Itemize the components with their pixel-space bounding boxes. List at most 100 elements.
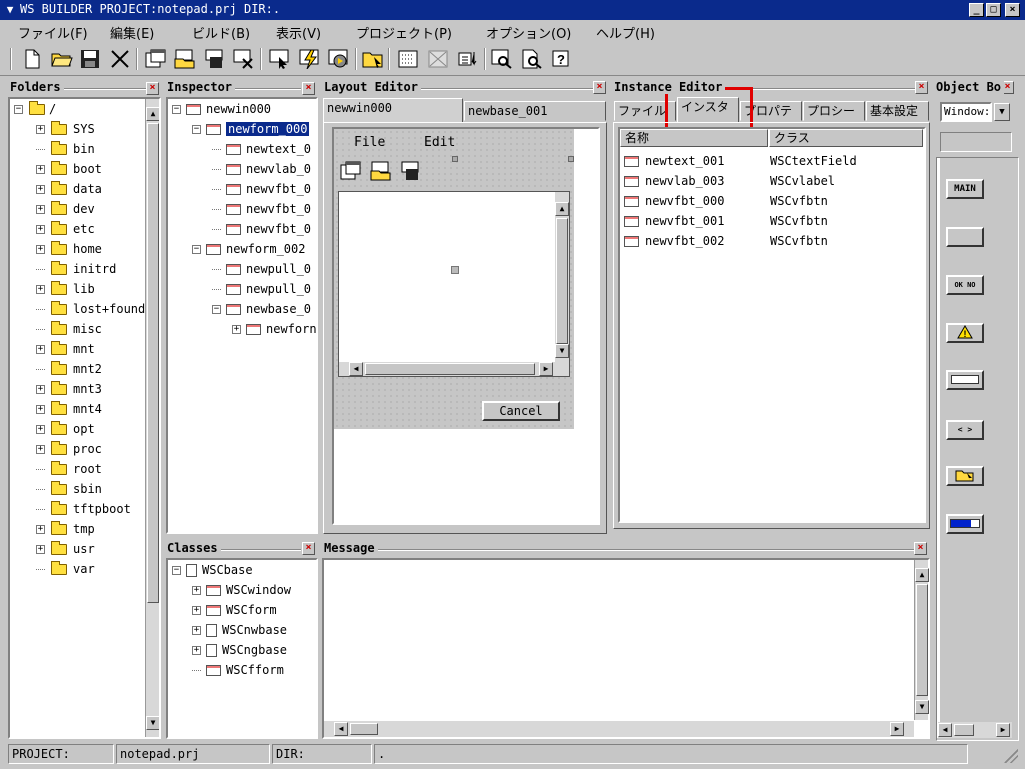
folder-item[interactable]: + etc [14, 219, 145, 239]
class-item[interactable]: − WSCbase [172, 560, 291, 580]
layout-tab-newwin000[interactable]: newwin000 [323, 98, 463, 122]
instance-editor-close-icon[interactable]: × [915, 81, 928, 94]
inspector-item[interactable]: newvlab_0 [172, 159, 316, 179]
class-item[interactable]: + WSCngbase [172, 640, 291, 660]
folder-item[interactable]: tftpboot [14, 499, 145, 519]
menu-edit[interactable]: 編集(E) [110, 23, 154, 42]
design-hscroll[interactable]: ◀ ▶ [339, 362, 569, 376]
design-menu-edit[interactable]: Edit [424, 135, 455, 150]
collapse-icon[interactable]: − [192, 125, 201, 134]
grid-icon[interactable] [396, 47, 420, 71]
layout-editor-close-icon[interactable]: × [593, 81, 606, 94]
inspector-item[interactable]: newpull_0 [172, 279, 316, 299]
folders-close-icon[interactable]: × [146, 82, 159, 95]
minimize-button[interactable]: _ [969, 3, 984, 17]
design-toolbar[interactable] [336, 156, 574, 185]
inspector-item[interactable]: − newwin000 [172, 99, 316, 119]
palette-main-window[interactable]: MAIN [946, 179, 984, 199]
expand-icon[interactable]: + [192, 586, 201, 595]
instance-row[interactable]: newtext_001 WSCtextField [620, 151, 920, 171]
inspector-item[interactable]: newpull_0 [172, 259, 316, 279]
palette-list[interactable]: < > [946, 420, 984, 440]
folder-item[interactable]: bin [14, 139, 145, 159]
design-vscroll[interactable]: ▲ ▼ [555, 192, 569, 362]
expand-icon[interactable]: + [36, 205, 45, 214]
close-window-icon[interactable] [232, 47, 256, 71]
build-icon[interactable] [298, 47, 322, 71]
message-hscroll[interactable]: ◀ ▶ [324, 721, 914, 737]
resize-grip-icon[interactable] [1004, 749, 1018, 763]
inspector-item[interactable]: − newform_002 [172, 239, 316, 259]
instance-tab-basic-settings[interactable]: 基本設定 [866, 101, 929, 121]
class-item[interactable]: + WSCnwbase [172, 620, 291, 640]
folder-item[interactable]: mnt2 [14, 359, 145, 379]
message-vscroll[interactable]: ▲ ▼ [914, 560, 929, 720]
folder-item[interactable]: + home [14, 239, 145, 259]
folder-item[interactable]: + mnt [14, 339, 145, 359]
design-text-area[interactable]: ▲ ▼ ◀ ▶ [338, 191, 570, 377]
expand-icon[interactable]: + [192, 606, 201, 615]
inspector-item[interactable]: newtext_0 [172, 139, 316, 159]
instance-row[interactable]: newvfbt_001 WSCvfbtn [620, 211, 920, 231]
folder-item[interactable]: + opt [14, 419, 145, 439]
layout-canvas[interactable]: File Edit ▲ ▼ ◀ ▶ Cancel [332, 127, 600, 525]
menu-project[interactable]: プロジェクト(P) [356, 23, 452, 42]
inspector-tree[interactable]: − newwin000− newform_000 newtext_0 newvlab_0… [166, 97, 318, 534]
palette-file-selector-icon[interactable] [946, 466, 984, 486]
inspector-close-icon[interactable]: × [302, 82, 315, 95]
expand-icon[interactable]: + [36, 425, 45, 434]
scroll-thumb[interactable] [147, 123, 159, 603]
message-close-icon[interactable]: × [914, 542, 927, 555]
design-form[interactable]: File Edit ▲ ▼ ◀ ▶ Cancel [334, 129, 574, 429]
menu-file[interactable]: ファイル(F) [18, 23, 88, 42]
design-menu-file[interactable]: File [354, 135, 385, 150]
collapse-icon[interactable]: − [192, 245, 201, 254]
inspector-item[interactable]: newvfbt_0 [172, 199, 316, 219]
message-area[interactable]: ▲ ▼ ◀ ▶ [322, 558, 930, 739]
expand-icon[interactable]: + [192, 646, 201, 655]
folder-item[interactable]: + data [14, 179, 145, 199]
expand-icon[interactable]: + [192, 626, 201, 635]
folders-scrollbar[interactable]: ▲ ▼ [145, 99, 159, 737]
folder-item[interactable]: var [14, 559, 145, 579]
collapse-icon[interactable]: − [172, 105, 181, 114]
new-window-icon[interactable] [144, 47, 168, 71]
folder-item[interactable]: sbin [14, 479, 145, 499]
folder-item[interactable]: + mnt4 [14, 399, 145, 419]
expand-icon[interactable]: + [36, 285, 45, 294]
folder-pointer-icon[interactable] [361, 47, 385, 71]
expand-icon[interactable]: + [36, 125, 45, 134]
expand-icon[interactable]: + [36, 405, 45, 414]
folder-item[interactable]: + usr [14, 539, 145, 559]
inspector-item[interactable]: newvfbt_0 [172, 219, 316, 239]
classes-tree[interactable]: − WSCbase + WSCwindow + WSCform + WSCnwbase + WSC… [166, 558, 318, 739]
grid-disabled-icon[interactable] [426, 47, 450, 71]
expand-icon[interactable]: + [36, 385, 45, 394]
preview-window-icon[interactable] [490, 47, 514, 71]
folder-item[interactable]: + dev [14, 199, 145, 219]
object-box-select[interactable]: Window: [940, 102, 992, 122]
chevron-down-icon[interactable]: ▼ [994, 103, 1010, 121]
class-item[interactable]: WSCfform [172, 660, 291, 680]
palette-form[interactable] [946, 227, 984, 247]
run-icon[interactable] [327, 47, 351, 71]
collapse-icon[interactable]: − [14, 105, 23, 114]
folder-root[interactable]: − / [14, 99, 145, 119]
instance-row[interactable]: newvlab_003 WSCvlabel [620, 171, 920, 191]
folder-item[interactable]: + lib [14, 279, 145, 299]
expand-icon[interactable]: + [36, 545, 45, 554]
class-item[interactable]: + WSCform [172, 600, 291, 620]
save-window-icon[interactable] [203, 47, 227, 71]
select-window-icon[interactable] [268, 47, 292, 71]
palette-warning-icon[interactable]: ! [946, 323, 984, 343]
column-header-class[interactable]: クラス [769, 129, 923, 147]
folder-item[interactable]: + SYS [14, 119, 145, 139]
selection-handle[interactable] [451, 266, 459, 274]
palette-progress-bar[interactable] [946, 514, 984, 534]
open-folder-icon[interactable] [50, 47, 74, 71]
collapse-icon[interactable]: − [212, 305, 221, 314]
palette-text-field[interactable] [946, 370, 984, 390]
inspector-item[interactable]: − newbase_0 [172, 299, 316, 319]
new-file-icon[interactable] [20, 47, 44, 71]
expand-icon[interactable]: + [36, 525, 45, 534]
